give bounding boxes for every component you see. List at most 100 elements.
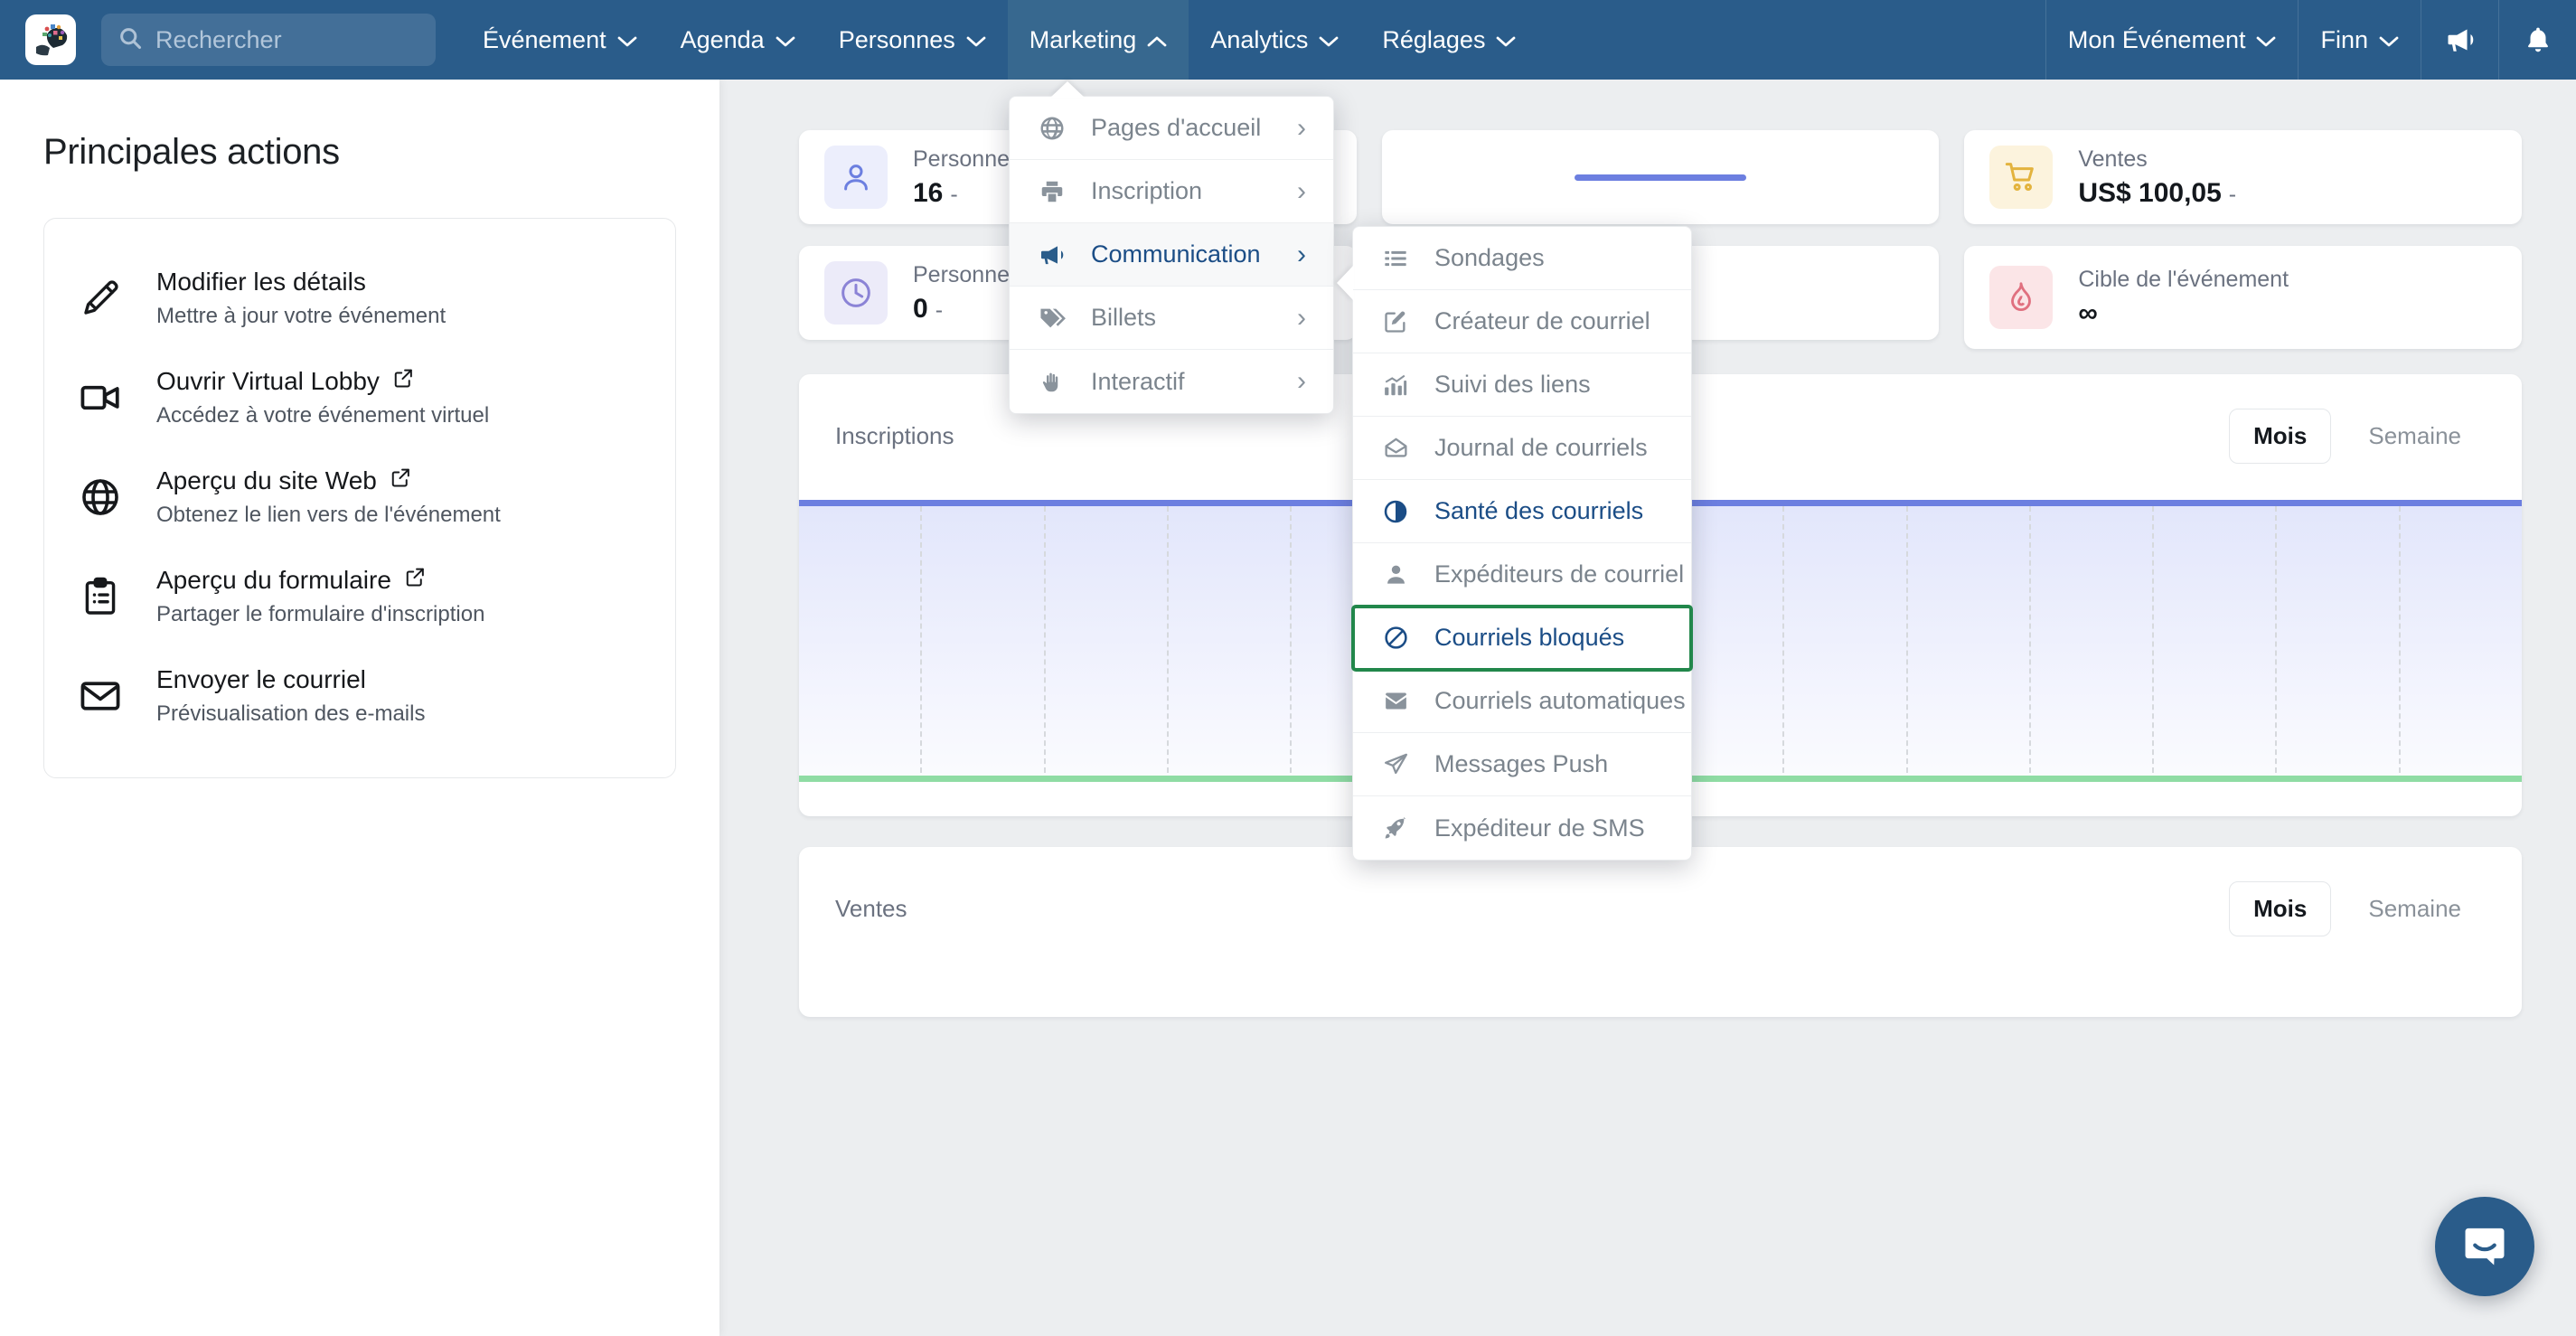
action-item-ouvrir-virtual-lobby[interactable]: Ouvrir Virtual Lobby Accédez à votre évé… (75, 349, 644, 448)
submenu-item-label: Suivi des liens (1434, 371, 1591, 398)
stat-card-ventes[interactable]: Ventes US$ 100,05- (1964, 130, 2523, 224)
submenu-item-label: Courriels bloqués (1434, 624, 1625, 651)
sales-period-toggle: Mois Semaine (2229, 881, 2486, 936)
nav-item-analytics[interactable]: Analytics (1189, 0, 1360, 80)
app-root: Événement Agenda Personnes Marketing (0, 0, 2576, 1336)
nav-item-personnes[interactable]: Personnes (817, 0, 1008, 80)
submenu-caret-icon (1337, 265, 1354, 301)
primary-nav: Événement Agenda Personnes Marketing Ana… (461, 0, 1537, 80)
action-title: Aperçu du formulaire (156, 566, 391, 594)
chart-bars-icon (1380, 372, 1411, 399)
action-subtitle: Mettre à jour votre événement (156, 304, 447, 328)
menu-item-interactif[interactable]: Interactif › (1010, 350, 1333, 413)
tag-icon (1037, 304, 1067, 333)
submenu-item-expediteurs-de-courriel[interactable]: Expéditeurs de courriel (1353, 543, 1691, 607)
nav-item-marketing[interactable]: Marketing (1007, 0, 1189, 80)
registrations-period-toggle: Mois Semaine (2229, 409, 2486, 464)
period-option-semaine[interactable]: Semaine (2344, 881, 2486, 936)
search-input[interactable] (155, 25, 409, 54)
action-subtitle: Partager le formulaire d'inscription (156, 602, 485, 626)
edit-square-icon (1380, 309, 1411, 334)
submenu-item-messages-push[interactable]: Messages Push (1353, 733, 1691, 796)
block-icon (1380, 625, 1411, 651)
external-link-icon (390, 466, 412, 495)
sparkline-placeholder (1575, 174, 1746, 181)
action-subtitle: Prévisualisation des e-mails (156, 701, 426, 726)
globe-icon (1037, 115, 1067, 142)
submenu-item-expediteur-de-sms[interactable]: Expéditeur de SMS (1353, 796, 1691, 860)
megaphone-icon[interactable] (2421, 0, 2498, 80)
hand-pointer-icon (1037, 368, 1067, 395)
external-link-icon (392, 367, 415, 396)
action-item-envoyer-le-courriel[interactable]: Envoyer le courriel Prévisualisation des… (75, 647, 644, 747)
bell-icon[interactable] (2498, 0, 2576, 80)
submenu-item-label: Créateur de courriel (1434, 307, 1650, 334)
stat-card-placeholder-top[interactable] (1381, 130, 1940, 224)
nav-item-reglages[interactable]: Réglages (1360, 0, 1537, 80)
period-option-semaine[interactable]: Semaine (2344, 409, 2486, 464)
menu-item-inscription[interactable]: Inscription › (1010, 160, 1333, 223)
nav-item-agenda[interactable]: Agenda (659, 0, 817, 80)
action-item-modifier-les-details[interactable]: Modifier les détails Mettre à jour votre… (75, 249, 644, 349)
sales-chart-card: Ventes Mois Semaine (799, 847, 2522, 1017)
action-item-apercu-du-formulaire[interactable]: Aperçu du formulaire Partager le formula… (75, 548, 644, 647)
event-selector[interactable]: Mon Événement (2045, 0, 2299, 80)
chevron-right-icon: › (1297, 366, 1306, 396)
chart-title: Ventes (835, 895, 907, 922)
menu-item-label: Inscription (1091, 177, 1203, 204)
megaphone-icon (1037, 240, 1067, 269)
submenu-item-suivi-des-liens[interactable]: Suivi des liens (1353, 353, 1691, 417)
submenu-item-label: Sondages (1434, 244, 1545, 271)
submenu-item-label: Santé des courriels (1434, 497, 1644, 524)
action-title: Modifier les détails (156, 268, 366, 296)
submenu-item-createur-de-courriel[interactable]: Créateur de courriel (1353, 290, 1691, 353)
chevron-down-icon (966, 26, 986, 54)
flame-icon (1989, 266, 2054, 329)
submenu-item-label: Courriels automatiques (1434, 687, 1686, 714)
app-logo[interactable] (25, 14, 76, 65)
search-box[interactable] (101, 14, 436, 66)
intercom-chat-icon (2465, 1228, 2505, 1265)
action-title: Envoyer le courriel (156, 665, 366, 693)
stat-label: Ventes (2078, 146, 2148, 173)
intercom-chat-button[interactable] (2435, 1197, 2534, 1296)
action-subtitle: Accédez à votre événement virtuel (156, 403, 490, 428)
user-menu[interactable]: Finn (2298, 0, 2421, 80)
stat-card-cible[interactable]: Cible de l'événement ∞ (1964, 246, 2523, 349)
action-item-apercu-du-site-web[interactable]: Aperçu du site Web Obtenez le lien vers … (75, 448, 644, 548)
submenu-item-sondages[interactable]: Sondages (1353, 227, 1691, 290)
period-option-mois[interactable]: Mois (2229, 409, 2332, 464)
period-option-mois[interactable]: Mois (2229, 881, 2332, 936)
open-envelope-icon (1380, 435, 1411, 461)
stat-value: 0 (913, 293, 928, 324)
menu-caret-icon (1050, 81, 1085, 98)
menu-item-billets[interactable]: Billets › (1010, 287, 1333, 350)
stat-delta: - (2228, 181, 2237, 207)
rocket-icon (1380, 815, 1411, 842)
submenu-item-sante-des-courriels[interactable]: Santé des courriels (1353, 480, 1691, 543)
submenu-item-courriels-automatiques[interactable]: Courriels automatiques (1353, 670, 1691, 733)
submenu-item-courriels-bloques[interactable]: Courriels bloqués (1351, 605, 1693, 672)
submenu-item-label: Expéditeur de SMS (1434, 814, 1645, 842)
cart-icon (1989, 146, 2054, 209)
menu-item-label: Billets (1091, 304, 1157, 331)
chart-title: Inscriptions (835, 422, 954, 449)
chevron-right-icon: › (1297, 239, 1306, 269)
nav-label: Réglages (1382, 25, 1486, 53)
nav-label: Analytics (1210, 25, 1309, 53)
envelope-icon (75, 673, 126, 719)
person-icon (824, 146, 888, 209)
chevron-down-icon (776, 26, 795, 54)
communication-submenu: Sondages Créateur de courriel Suivi des … (1337, 226, 1693, 861)
menu-item-label: Interactif (1091, 367, 1185, 395)
list-icon (1380, 246, 1411, 271)
submenu-item-label: Expéditeurs de courriel (1434, 560, 1685, 588)
stat-delta: - (935, 296, 944, 323)
printer-icon (1037, 178, 1067, 205)
globe-icon (75, 475, 126, 519)
action-title: Ouvrir Virtual Lobby (156, 367, 380, 395)
menu-item-pages-daccueil[interactable]: Pages d'accueil › (1010, 97, 1333, 160)
nav-item-evenement[interactable]: Événement (461, 0, 659, 80)
submenu-item-journal-de-courriels[interactable]: Journal de courriels (1353, 417, 1691, 480)
menu-item-communication[interactable]: Communication › (1010, 223, 1333, 287)
